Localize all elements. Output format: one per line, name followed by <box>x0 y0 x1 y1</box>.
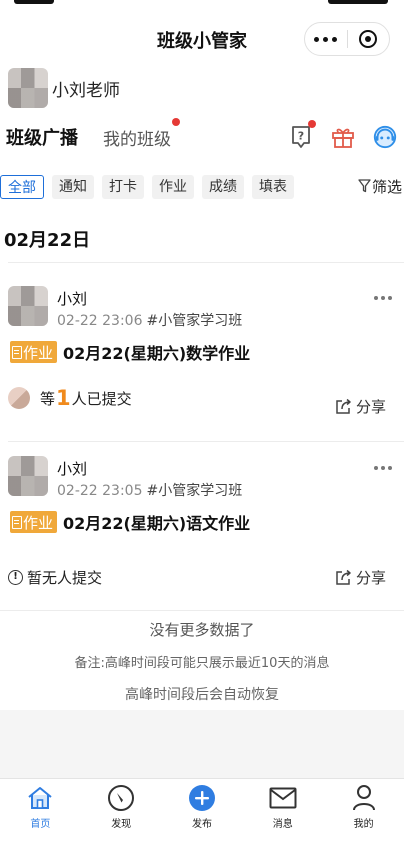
divider <box>8 262 404 263</box>
share-button[interactable]: 分享 <box>334 567 386 588</box>
post-more-icon[interactable] <box>374 466 392 470</box>
poster-avatar[interactable] <box>8 286 48 326</box>
add-circle-icon <box>188 784 216 812</box>
peak-note-text: 备注:高峰时间段可能只展示最近10天的消息 <box>74 656 330 671</box>
submit-status[interactable]: ! 暂无人提交 <box>8 565 102 589</box>
tab-my-class[interactable]: 我的班级 <box>103 125 171 150</box>
chip-all[interactable]: 全部 <box>0 175 44 199</box>
post-task[interactable]: 作业 02月22(星期六)语文作业 <box>10 510 250 534</box>
submit-suffix: 人已提交 <box>71 389 132 408</box>
homework-badge: 作业 <box>10 511 58 533</box>
restore-note-text: 高峰时间段后会自动恢复 <box>125 687 279 703</box>
close-miniprogram-button[interactable] <box>347 23 389 55</box>
help-unread-dot <box>308 120 316 128</box>
tool-icons: ? <box>288 120 398 154</box>
note-icon <box>12 345 22 359</box>
status-bar <box>0 0 404 10</box>
home-icon <box>26 784 54 812</box>
task-title: 02月22(星期六)数学作业 <box>63 344 251 363</box>
help-icon[interactable]: ? <box>288 120 316 150</box>
filter-button[interactable]: 筛选 <box>358 174 402 198</box>
filter-label: 筛选 <box>371 177 402 196</box>
submit-prefix: 等 <box>40 389 56 408</box>
submit-status[interactable]: 等 1 人已提交 <box>8 386 132 410</box>
funnel-icon <box>358 179 371 193</box>
nav-label: 消息 <box>272 819 293 830</box>
badge-label: 作业 <box>23 343 54 362</box>
badge-label: 作业 <box>23 513 54 532</box>
unread-dot <box>172 118 180 126</box>
post-card[interactable]: 小刘 02-22 23:06 #小管家学习班 作业 02月22(星期六)数学作业 … <box>0 286 404 426</box>
compass-icon <box>107 784 135 812</box>
nav-label: 我的 <box>353 819 374 830</box>
post-meta: 02-22 23:05 #小管家学习班 <box>57 480 242 500</box>
status-indicators <box>328 0 388 4</box>
chip-notice[interactable]: 通知 <box>52 175 94 199</box>
nav-publish[interactable]: 发布 <box>162 779 243 841</box>
target-icon <box>359 30 378 48</box>
post-meta: 02-22 23:06 #小管家学习班 <box>57 310 242 330</box>
chip-grades[interactable]: 成绩 <box>202 175 244 199</box>
divider <box>8 441 404 442</box>
customer-service-icon[interactable] <box>372 124 398 150</box>
submitter-avatar <box>8 387 30 409</box>
submit-text: 暂无人提交 <box>27 568 103 587</box>
chip-checkin[interactable]: 打卡 <box>102 175 144 199</box>
nav-label: 发现 <box>111 819 132 830</box>
filter-chips: 全部 通知 打卡 作业 成绩 填表 筛选 <box>0 174 404 200</box>
post-card[interactable]: 小刘 02-22 23:05 #小管家学习班 作业 02月22(星期六)语文作业 … <box>0 456 404 596</box>
info-icon: ! <box>8 569 23 585</box>
post-time: 02-22 23:06 <box>57 313 143 329</box>
poster-name: 小刘 <box>57 290 88 308</box>
status-time <box>14 0 54 4</box>
post-time: 02-22 23:05 <box>57 483 143 499</box>
no-more-text: 没有更多数据了 <box>149 621 255 639</box>
share-icon <box>336 398 351 414</box>
avatar[interactable] <box>8 68 48 108</box>
page-title: 班级小管家 <box>157 31 247 52</box>
note-icon <box>12 515 22 529</box>
share-label: 分享 <box>355 398 386 416</box>
share-icon <box>336 569 351 585</box>
chip-form[interactable]: 填表 <box>252 175 294 199</box>
mail-icon <box>269 784 297 812</box>
list-footer: 没有更多数据了 备注:高峰时间段可能只展示最近10天的消息 高峰时间段后会自动恢… <box>0 610 404 710</box>
user-header[interactable]: 小刘老师 <box>8 68 120 108</box>
homework-badge: 作业 <box>10 341 58 363</box>
more-menu-button[interactable] <box>305 23 347 55</box>
date-heading: 02月22日 <box>4 230 91 251</box>
submit-count: 1 <box>56 386 71 410</box>
nav-home[interactable]: 首页 <box>0 779 81 841</box>
post-task[interactable]: 作业 02月22(星期六)数学作业 <box>10 340 250 364</box>
main-tabs: 班级广播 我的班级 ? <box>6 118 398 154</box>
nav-label: 发布 <box>191 819 212 830</box>
nav-label: 首页 <box>30 819 51 830</box>
nav-profile[interactable]: 我的 <box>323 779 404 841</box>
poster-avatar[interactable] <box>8 456 48 496</box>
poster-name: 小刘 <box>57 460 88 478</box>
miniprogram-capsule <box>304 22 390 56</box>
person-icon <box>350 784 378 812</box>
post-class[interactable]: #小管家学习班 <box>146 313 242 329</box>
title-bar: 班级小管家 <box>0 20 404 60</box>
bottom-nav: 首页 发现 发布 消息 我的 <box>0 778 404 841</box>
post-class[interactable]: #小管家学习班 <box>146 483 242 499</box>
share-label: 分享 <box>355 569 386 587</box>
task-title: 02月22(星期六)语文作业 <box>63 514 251 533</box>
empty-area <box>0 710 404 778</box>
share-button[interactable]: 分享 <box>334 396 386 417</box>
gift-icon[interactable] <box>330 124 356 150</box>
nav-messages[interactable]: 消息 <box>242 779 323 841</box>
user-name: 小刘老师 <box>52 80 120 101</box>
tab-class-broadcast[interactable]: 班级广播 <box>6 124 78 150</box>
chip-homework[interactable]: 作业 <box>152 175 194 199</box>
svg-text:?: ? <box>298 130 304 143</box>
post-more-icon[interactable] <box>374 296 392 300</box>
nav-discover[interactable]: 发现 <box>81 779 162 841</box>
